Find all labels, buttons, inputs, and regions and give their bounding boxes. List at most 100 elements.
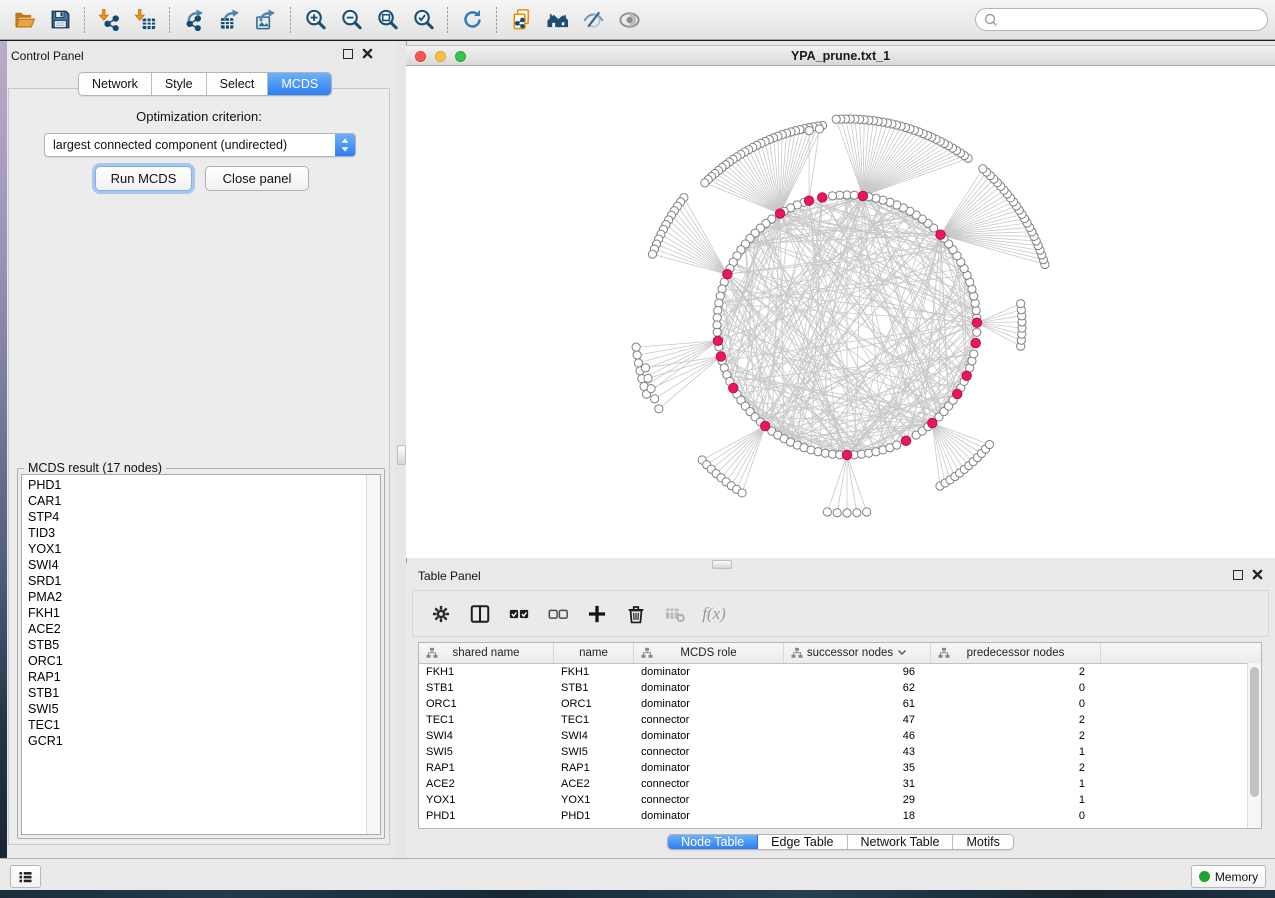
graph-node-leaf[interactable] <box>651 395 659 403</box>
mcds-result-item[interactable]: PHD1 <box>22 477 366 493</box>
tab-node-table[interactable]: Node Table <box>668 835 758 849</box>
graph-node-mcds[interactable] <box>804 196 813 205</box>
mcds-result-item[interactable]: GCR1 <box>22 733 366 749</box>
mcds-result-item[interactable]: STP4 <box>22 509 366 525</box>
table-row[interactable]: ORC1ORC1dominator610 <box>419 696 1261 712</box>
table-scrollbar[interactable] <box>1247 663 1261 828</box>
toggle-columns-button[interactable] <box>468 602 492 626</box>
import-network-button[interactable] <box>91 4 127 36</box>
graph-node-leaf[interactable] <box>815 125 823 133</box>
tab-motifs[interactable]: Motifs <box>953 835 1012 849</box>
mcds-result-item[interactable]: STB5 <box>22 637 366 653</box>
table-scrollbar-thumb[interactable] <box>1250 667 1259 797</box>
open-file-button[interactable] <box>6 4 42 36</box>
table-row[interactable]: RAP1RAP1dominator352 <box>419 760 1261 776</box>
import-table-button[interactable] <box>127 4 163 36</box>
run-mcds-button[interactable]: Run MCDS <box>95 166 192 191</box>
memory-button[interactable]: Memory <box>1191 865 1266 888</box>
graph-node-mcds[interactable] <box>971 338 980 347</box>
mcds-result-item[interactable]: YOX1 <box>22 541 366 557</box>
graph-node-leaf[interactable] <box>644 374 652 382</box>
network-canvas[interactable] <box>406 66 1275 558</box>
tab-network[interactable]: Network <box>79 73 152 95</box>
tab-mcds[interactable]: MCDS <box>268 73 331 95</box>
graph-node[interactable] <box>850 191 858 199</box>
close-panel-icon[interactable] <box>362 48 373 59</box>
table-row[interactable]: PHD1PHD1dominator180 <box>419 808 1261 824</box>
table-panel-splitter-grip[interactable] <box>712 560 732 569</box>
table-row[interactable]: SWI5SWI5connector431 <box>419 744 1261 760</box>
graph-node-leaf[interactable] <box>843 509 851 517</box>
export-table-button[interactable] <box>212 4 248 36</box>
graph-node-leaf[interactable] <box>1017 300 1025 308</box>
table-row[interactable]: SWI4SWI4dominator462 <box>419 728 1261 744</box>
graph-node-leaf[interactable] <box>853 509 861 517</box>
save-session-button[interactable] <box>42 4 78 36</box>
graph-node-mcds[interactable] <box>936 230 945 239</box>
task-history-button[interactable] <box>10 865 41 888</box>
export-image-button[interactable] <box>248 4 284 36</box>
tab-style[interactable]: Style <box>152 73 207 95</box>
graph-node-leaf[interactable] <box>863 508 871 516</box>
graph-node[interactable] <box>713 328 721 336</box>
tab-select[interactable]: Select <box>207 73 269 95</box>
mcds-result-item[interactable]: TEC1 <box>22 717 366 733</box>
deselect-all-button[interactable] <box>546 602 570 626</box>
float-table-panel-icon[interactable] <box>1233 570 1243 580</box>
tab-edge-table[interactable]: Edge Table <box>758 835 847 849</box>
graph-node-mcds[interactable] <box>817 193 826 202</box>
graph-node-mcds[interactable] <box>716 352 725 361</box>
graph-node-leaf[interactable] <box>632 343 640 351</box>
mcds-result-item[interactable]: ORC1 <box>22 653 366 669</box>
mcds-result-item[interactable]: STB1 <box>22 685 366 701</box>
graph-node-mcds[interactable] <box>928 418 937 427</box>
zoom-in-button[interactable] <box>297 4 333 36</box>
mcds-result-item[interactable]: SRD1 <box>22 573 366 589</box>
mcds-result-item[interactable]: PMA2 <box>22 589 366 605</box>
graph-node-mcds[interactable] <box>842 450 851 459</box>
float-panel-icon[interactable] <box>343 49 353 59</box>
graph-node-leaf[interactable] <box>641 364 649 372</box>
graph-node-leaf[interactable] <box>805 127 813 135</box>
graph-node-mcds[interactable] <box>775 209 784 218</box>
table-row[interactable]: TEC1TEC1connector472 <box>419 712 1261 728</box>
column-header-predecessor-nodes[interactable]: predecessor nodes <box>931 643 1101 663</box>
graph-node-leaf[interactable] <box>979 165 987 173</box>
network-overview-button[interactable] <box>539 4 575 36</box>
graph-node-mcds[interactable] <box>858 191 867 200</box>
graph-node-leaf[interactable] <box>647 385 655 393</box>
graph-node[interactable] <box>893 441 901 449</box>
zoom-selected-button[interactable] <box>405 4 441 36</box>
graph-node-mcds[interactable] <box>729 383 738 392</box>
table-row[interactable]: ACE2ACE2connector311 <box>419 776 1261 792</box>
graph-node-leaf[interactable] <box>701 179 709 187</box>
graph-node-leaf[interactable] <box>985 440 993 448</box>
graph-node-leaf[interactable] <box>738 489 746 497</box>
graph-node-leaf[interactable] <box>648 250 656 258</box>
export-network-button[interactable] <box>176 4 212 36</box>
graph-node-mcds[interactable] <box>760 421 769 430</box>
mcds-result-item[interactable]: FKH1 <box>22 605 366 621</box>
mcds-result-item[interactable]: SWI5 <box>22 701 366 717</box>
mcds-result-item[interactable]: RAP1 <box>22 669 366 685</box>
column-header-name[interactable]: name <box>554 643 634 663</box>
close-table-panel-icon[interactable] <box>1252 569 1263 580</box>
result-scrollbar[interactable] <box>366 475 380 834</box>
show-panels-button[interactable] <box>611 4 647 36</box>
column-header-successor-nodes[interactable]: successor nodes <box>784 643 931 663</box>
graph-node-leaf[interactable] <box>833 509 841 517</box>
graph-node-mcds[interactable] <box>972 318 981 327</box>
refresh-button[interactable] <box>454 4 490 36</box>
vertical-splitter[interactable] <box>395 41 406 858</box>
table-settings-button[interactable] <box>429 602 453 626</box>
graph-node-leaf[interactable] <box>655 405 663 413</box>
tab-network-table[interactable]: Network Table <box>848 835 954 849</box>
close-panel-button[interactable]: Close panel <box>205 166 309 191</box>
graph-node-mcds[interactable] <box>713 336 722 345</box>
graph-node-mcds[interactable] <box>962 371 971 380</box>
graph-node-mcds[interactable] <box>723 270 732 279</box>
select-all-button[interactable] <box>507 602 531 626</box>
graph-node-mcds[interactable] <box>953 389 962 398</box>
clone-network-button[interactable] <box>503 4 539 36</box>
add-row-button[interactable] <box>585 602 609 626</box>
